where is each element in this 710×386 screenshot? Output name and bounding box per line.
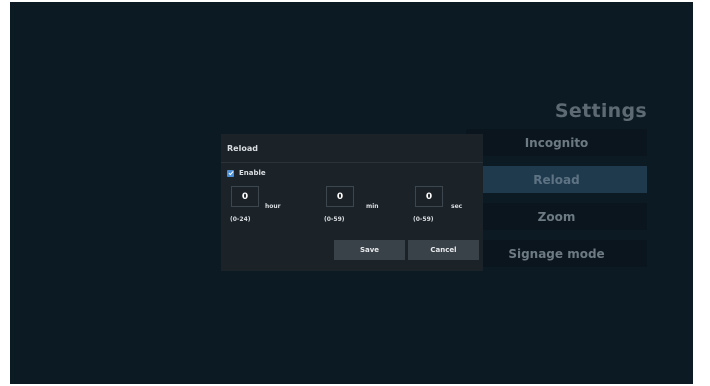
dialog-title: Reload xyxy=(227,144,258,153)
settings-title: Settings xyxy=(554,100,647,122)
cancel-button[interactable]: Cancel xyxy=(408,240,479,260)
hour-range-label: (0-24) xyxy=(230,216,251,223)
min-input[interactable]: 0 xyxy=(326,186,354,207)
min-unit-label: min xyxy=(366,203,379,210)
menu-item-reload[interactable]: Reload xyxy=(466,166,647,193)
checkmark-icon xyxy=(228,171,234,176)
reload-dialog: Reload Enable 0 hour (0-24) 0 min (0-59)… xyxy=(221,134,483,271)
enable-row[interactable]: Enable xyxy=(227,169,266,177)
hour-unit-label: hour xyxy=(265,203,281,210)
hour-input[interactable]: 0 xyxy=(231,186,259,207)
menu-item-incognito[interactable]: Incognito xyxy=(466,129,647,156)
menu-item-signage-mode[interactable]: Signage mode xyxy=(466,240,647,267)
dialog-divider xyxy=(221,162,483,163)
enable-label: Enable xyxy=(239,169,266,177)
sec-input[interactable]: 0 xyxy=(415,186,443,207)
menu-item-zoom[interactable]: Zoom xyxy=(466,203,647,230)
sec-range-label: (0-59) xyxy=(413,216,434,223)
enable-checkbox[interactable] xyxy=(227,169,234,177)
screen: Settings Incognito Reload Zoom Signage m… xyxy=(10,2,693,384)
sec-unit-label: sec xyxy=(451,203,463,210)
min-range-label: (0-59) xyxy=(324,216,345,223)
save-button[interactable]: Save xyxy=(334,240,405,260)
